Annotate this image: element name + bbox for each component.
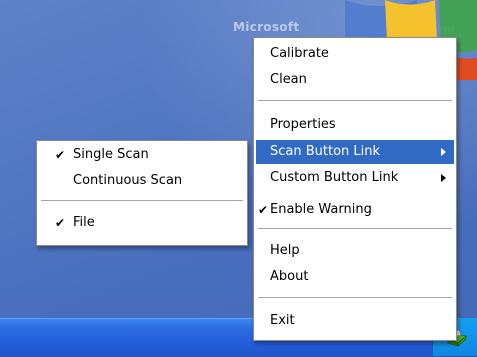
menu-separator [258,100,452,102]
submenu-item-label: Continuous Scan [73,173,183,188]
menu-item-calibrate[interactable]: Calibrate [256,42,454,66]
menu-item-scan-button-link[interactable]: Scan Button Link [256,140,454,164]
submenu-item-label: Single Scan [73,147,149,162]
menu-item-enable-warning[interactable]: ✔ Enable Warning [256,198,454,222]
menu-item-label: Calibrate [270,46,329,61]
submenu-item-file[interactable]: ✔ File [39,211,245,235]
menu-separator [258,228,452,230]
menu-item-label: Scan Button Link [270,144,381,159]
menu-item-label: Clean [270,72,307,87]
menu-item-label: Exit [270,313,295,328]
menu-separator [258,297,452,299]
menu-item-label: Enable Warning [270,202,372,217]
tray-context-menu: Calibrate Clean Properties Scan Button L… [253,37,457,341]
menu-item-about[interactable]: About [256,265,454,289]
scan-button-link-submenu: ✔ Single Scan Continuous Scan ✔ File [36,140,248,246]
menu-item-label: Help [270,243,300,258]
menu-item-custom-button-link[interactable]: Custom Button Link [256,166,454,190]
menu-item-exit[interactable]: Exit [256,309,454,333]
submenu-item-single-scan[interactable]: ✔ Single Scan [39,143,245,167]
checkmark-icon: ✔ [54,216,66,230]
menu-item-label: Properties [270,117,336,132]
menu-item-clean[interactable]: Clean [256,68,454,92]
menu-item-properties[interactable]: Properties [256,113,454,137]
microsoft-watermark: Microsoft [233,20,300,34]
submenu-item-label: File [73,215,95,230]
menu-item-help[interactable]: Help [256,239,454,263]
submenu-arrow-icon [441,148,446,156]
submenu-arrow-icon [441,174,446,182]
checkmark-icon: ✔ [54,148,66,162]
menu-separator [41,200,243,202]
menu-item-label: Custom Button Link [270,170,399,185]
submenu-item-continuous-scan[interactable]: Continuous Scan [39,169,245,193]
menu-item-label: About [270,269,309,284]
checkmark-icon: ✔ [257,203,269,217]
